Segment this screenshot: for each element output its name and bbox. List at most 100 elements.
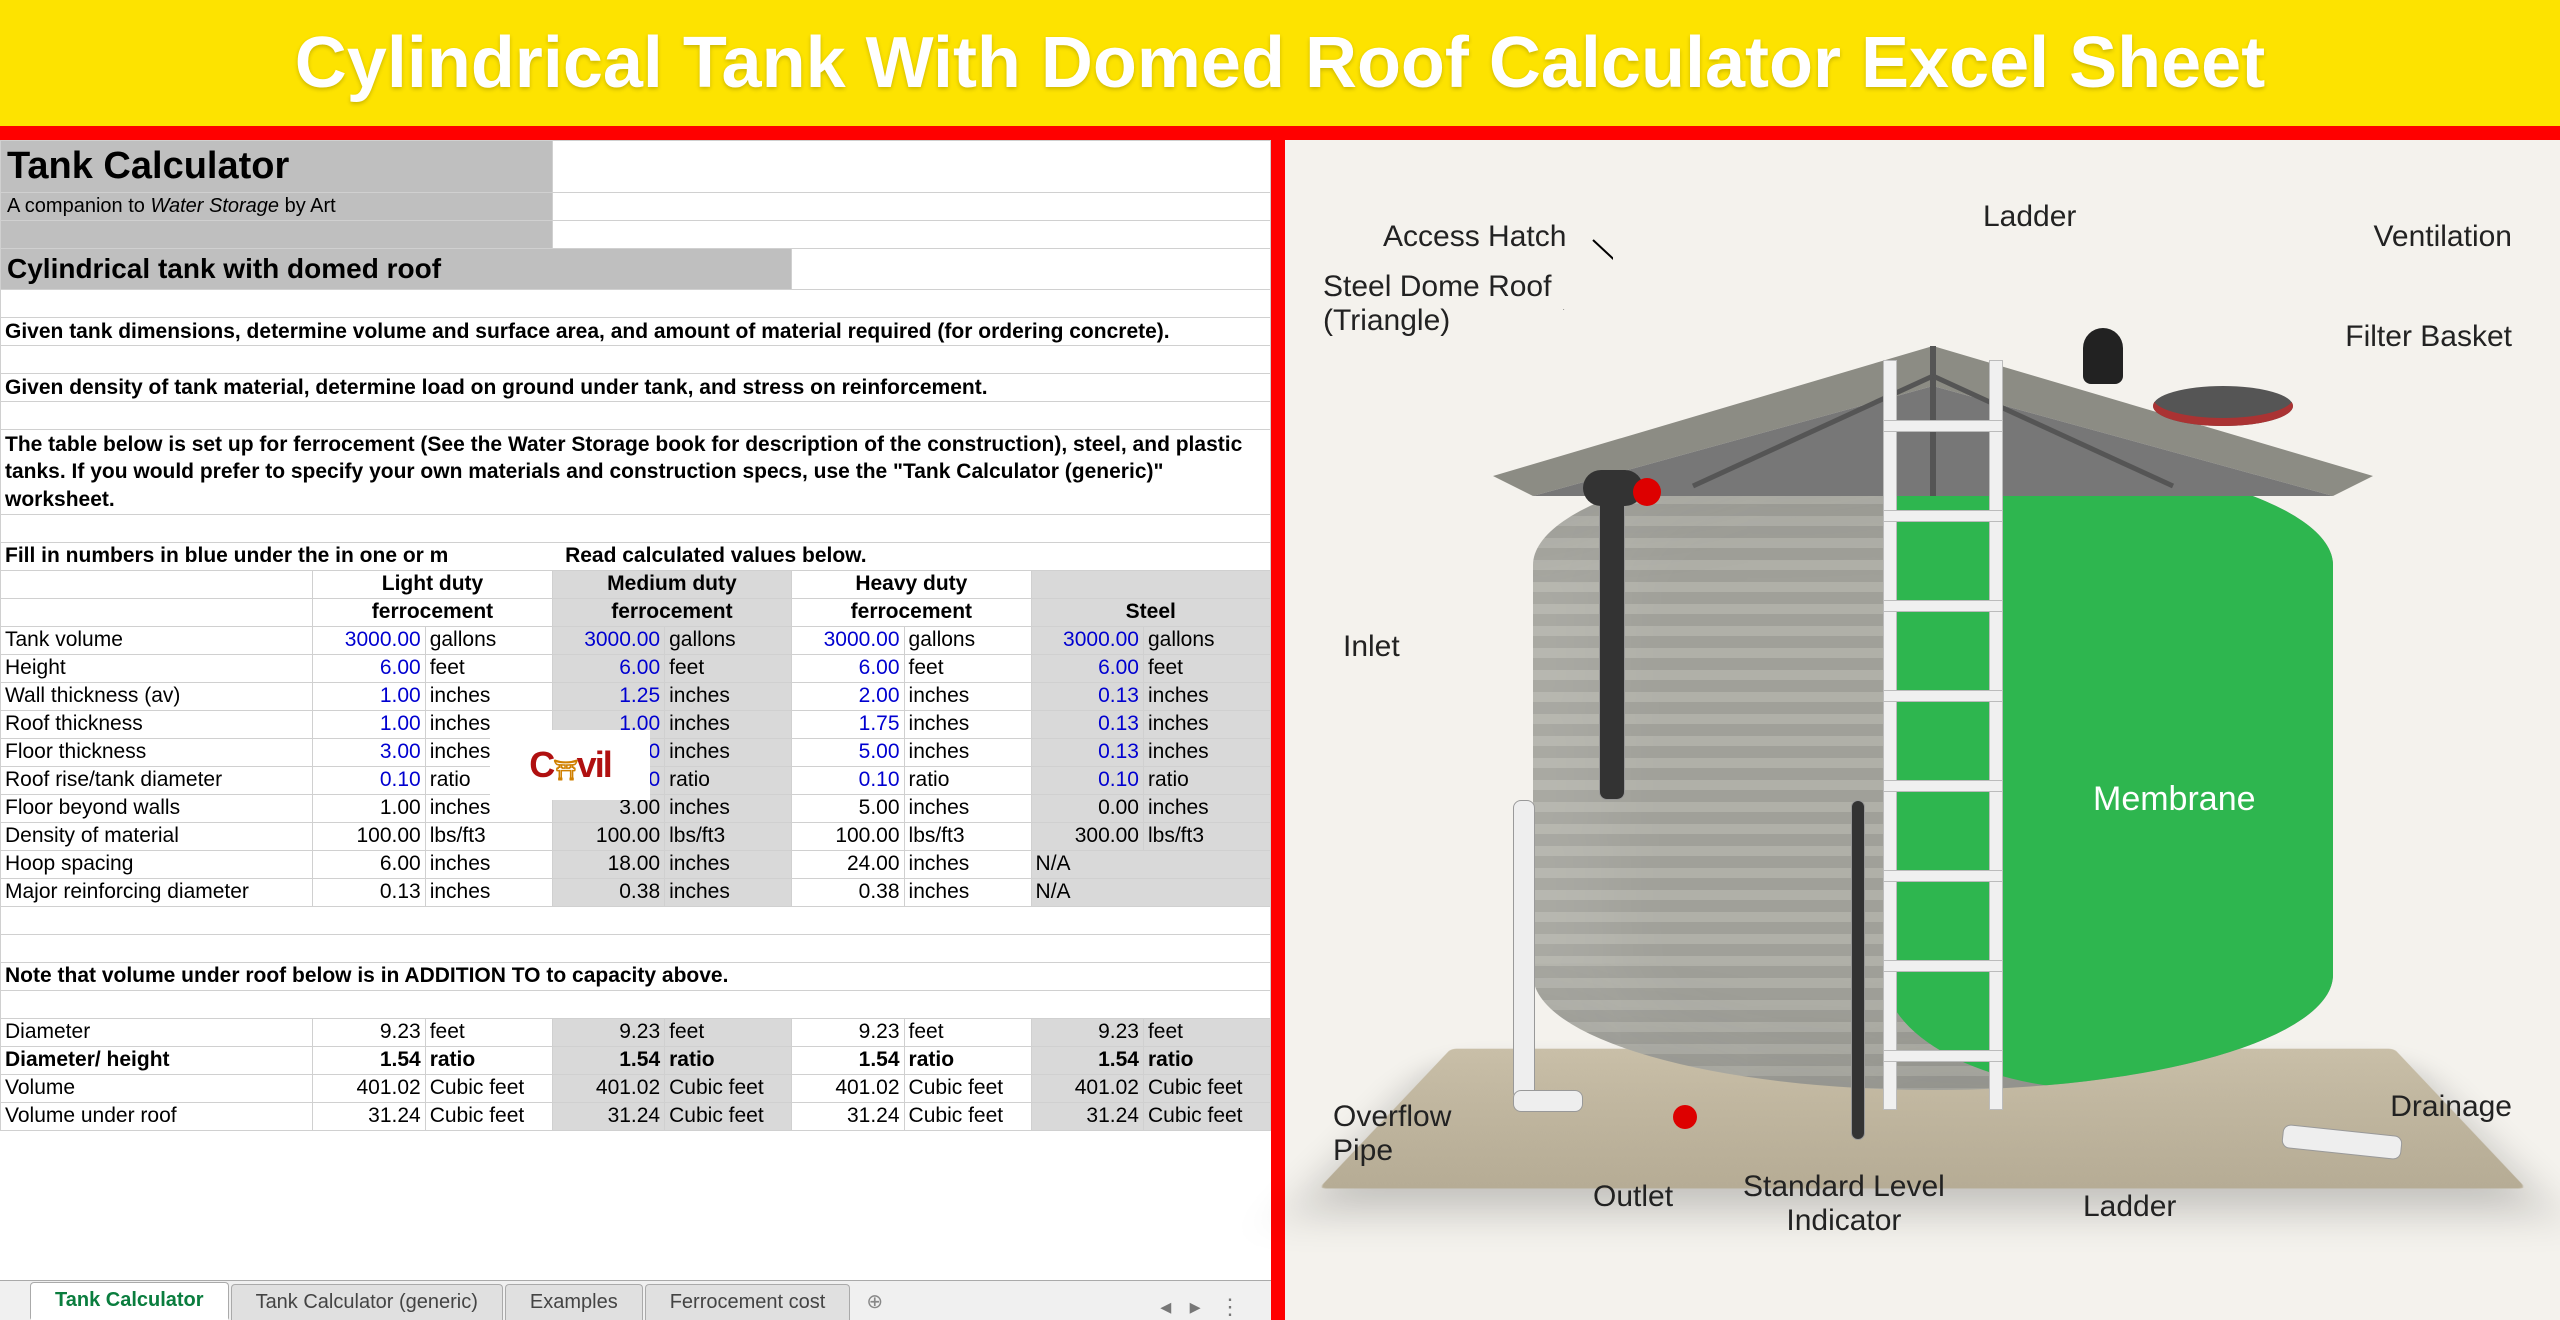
- cell-value[interactable]: 100.00: [313, 822, 425, 850]
- cell-value[interactable]: 0.38: [792, 878, 904, 906]
- cell-value[interactable]: 9.23: [1031, 1018, 1143, 1046]
- cell-unit: inches: [904, 682, 1031, 710]
- cell-value[interactable]: 6.00: [1031, 654, 1143, 682]
- cell-unit: inches: [665, 738, 792, 766]
- cell-unit: Cubic feet: [425, 1074, 552, 1102]
- cell-value[interactable]: 31.24: [1031, 1102, 1143, 1130]
- cell-value[interactable]: 0.10: [792, 766, 904, 794]
- spreadsheet-grid[interactable]: Tank Calculator A companion to Water Sto…: [0, 140, 1271, 1131]
- sheet-subtitle: A companion to Water Storage by Art: [1, 193, 553, 221]
- cell-value[interactable]: 6.00: [552, 654, 664, 682]
- row-label: Major reinforcing diameter: [1, 878, 313, 906]
- cell-value[interactable]: 0.00: [1031, 794, 1143, 822]
- cell-value[interactable]: 0.38: [552, 878, 664, 906]
- tab-ferrocement-cost[interactable]: Ferrocement cost: [645, 1284, 851, 1320]
- cell-value[interactable]: 1.54: [792, 1046, 904, 1074]
- cell-value[interactable]: 100.00: [792, 822, 904, 850]
- cell-unit: inches: [425, 878, 552, 906]
- cell-value[interactable]: 3000.00: [552, 626, 664, 654]
- tab-add-button[interactable]: ⊕: [852, 1283, 897, 1320]
- desc-line-3: The table below is set up for ferrocemen…: [1, 430, 1271, 515]
- row-label: Diameter: [1, 1018, 313, 1046]
- cell-value[interactable]: 0.13: [1031, 710, 1143, 738]
- cell-unit: inches: [1143, 682, 1270, 710]
- cell-unit: feet: [665, 1018, 792, 1046]
- table-row: Major reinforcing diameter0.13inches0.38…: [1, 878, 1271, 906]
- cell-unit: inches: [425, 850, 552, 878]
- cell-unit: inches: [904, 794, 1031, 822]
- cell-value[interactable]: 5.00: [792, 738, 904, 766]
- cell-unit: ratio: [904, 766, 1031, 794]
- cell-unit: gallons: [665, 626, 792, 654]
- cell-unit: inches: [904, 878, 1031, 906]
- tab-tank-calculator[interactable]: Tank Calculator: [30, 1282, 229, 1320]
- table-row: Diameter/ height1.54ratio1.54ratio1.54ra…: [1, 1046, 1271, 1074]
- section-heading: Cylindrical tank with domed roof: [1, 249, 792, 290]
- cell-value[interactable]: 3000.00: [792, 626, 904, 654]
- cell-value[interactable]: 0.13: [1031, 682, 1143, 710]
- banner: Cylindrical Tank With Domed Roof Calcula…: [0, 0, 2560, 126]
- table-row: Wall thickness (av)1.00inches1.25inches2…: [1, 682, 1271, 710]
- cell-value[interactable]: 31.24: [313, 1102, 425, 1130]
- cell-value[interactable]: 3000.00: [1031, 626, 1143, 654]
- cell-value[interactable]: 3000.00: [313, 626, 425, 654]
- cell-value[interactable]: 300.00: [1031, 822, 1143, 850]
- cell-unit: Cubic feet: [1143, 1074, 1270, 1102]
- cell-unit: Cubic feet: [1143, 1102, 1270, 1130]
- cell-value[interactable]: 6.00: [792, 654, 904, 682]
- label-ladder: Ladder: [1983, 200, 2076, 234]
- cell-value[interactable]: 5.00: [792, 794, 904, 822]
- cell-value[interactable]: 1.54: [552, 1046, 664, 1074]
- cell-value[interactable]: 100.00: [552, 822, 664, 850]
- cell-value[interactable]: 31.24: [792, 1102, 904, 1130]
- cell-unit: inches: [665, 878, 792, 906]
- cell-value[interactable]: 1.75: [792, 710, 904, 738]
- cell-unit: inches: [665, 682, 792, 710]
- ventilation: [2083, 328, 2123, 384]
- cell-value[interactable]: 1.00: [313, 682, 425, 710]
- cell-value[interactable]: 1.00: [313, 710, 425, 738]
- tab-tank-calculator-generic[interactable]: Tank Calculator (generic): [231, 1284, 503, 1320]
- banner-title: Cylindrical Tank With Domed Roof Calcula…: [295, 22, 2265, 104]
- cell-value[interactable]: 24.00: [792, 850, 904, 878]
- cell-value[interactable]: 6.00: [313, 850, 425, 878]
- cell-value[interactable]: 401.02: [792, 1074, 904, 1102]
- cell-value[interactable]: 6.00: [313, 654, 425, 682]
- cell-unit: feet: [425, 654, 552, 682]
- table-row: Density of material100.00lbs/ft3100.00lb…: [1, 822, 1271, 850]
- cell-unit: inches: [665, 794, 792, 822]
- row-label: Volume: [1, 1074, 313, 1102]
- cell-value[interactable]: 3.00: [313, 738, 425, 766]
- inlet-pipe: [1599, 480, 1625, 800]
- cell-unit: gallons: [1143, 626, 1270, 654]
- cell-unit: ratio: [665, 1046, 792, 1074]
- cell-value[interactable]: 0.13: [313, 878, 425, 906]
- cell-value[interactable]: 31.24: [552, 1102, 664, 1130]
- cell-value[interactable]: 0.13: [1031, 738, 1143, 766]
- cell-unit: inches: [904, 710, 1031, 738]
- filter-basket: [2153, 386, 2293, 426]
- cell-value[interactable]: 401.02: [552, 1074, 664, 1102]
- cell-value[interactable]: 1.00: [313, 794, 425, 822]
- cell-unit: ratio: [1143, 1046, 1270, 1074]
- cell-value[interactable]: 401.02: [313, 1074, 425, 1102]
- cell-value[interactable]: 9.23: [313, 1018, 425, 1046]
- cell-unit: inches: [425, 682, 552, 710]
- cell-value[interactable]: 9.23: [552, 1018, 664, 1046]
- cell-value[interactable]: 0.10: [313, 766, 425, 794]
- cell-unit: inches: [1143, 710, 1270, 738]
- cell-value[interactable]: 9.23: [792, 1018, 904, 1046]
- tab-nav[interactable]: ◂ ▸ ⋮: [1130, 1294, 1271, 1320]
- cell-value[interactable]: 2.00: [792, 682, 904, 710]
- standard-level-indicator: [1851, 800, 1865, 1140]
- label-drainage: Drainage: [2390, 1090, 2512, 1124]
- cell-value[interactable]: 401.02: [1031, 1074, 1143, 1102]
- tab-examples[interactable]: Examples: [505, 1284, 643, 1320]
- cell-value[interactable]: 1.54: [313, 1046, 425, 1074]
- row-label: Floor beyond walls: [1, 794, 313, 822]
- cell-value[interactable]: 18.00: [552, 850, 664, 878]
- cell-value[interactable]: 1.54: [1031, 1046, 1143, 1074]
- cell-unit: lbs/ft3: [1143, 822, 1270, 850]
- cell-value[interactable]: 1.25: [552, 682, 664, 710]
- cell-value[interactable]: 0.10: [1031, 766, 1143, 794]
